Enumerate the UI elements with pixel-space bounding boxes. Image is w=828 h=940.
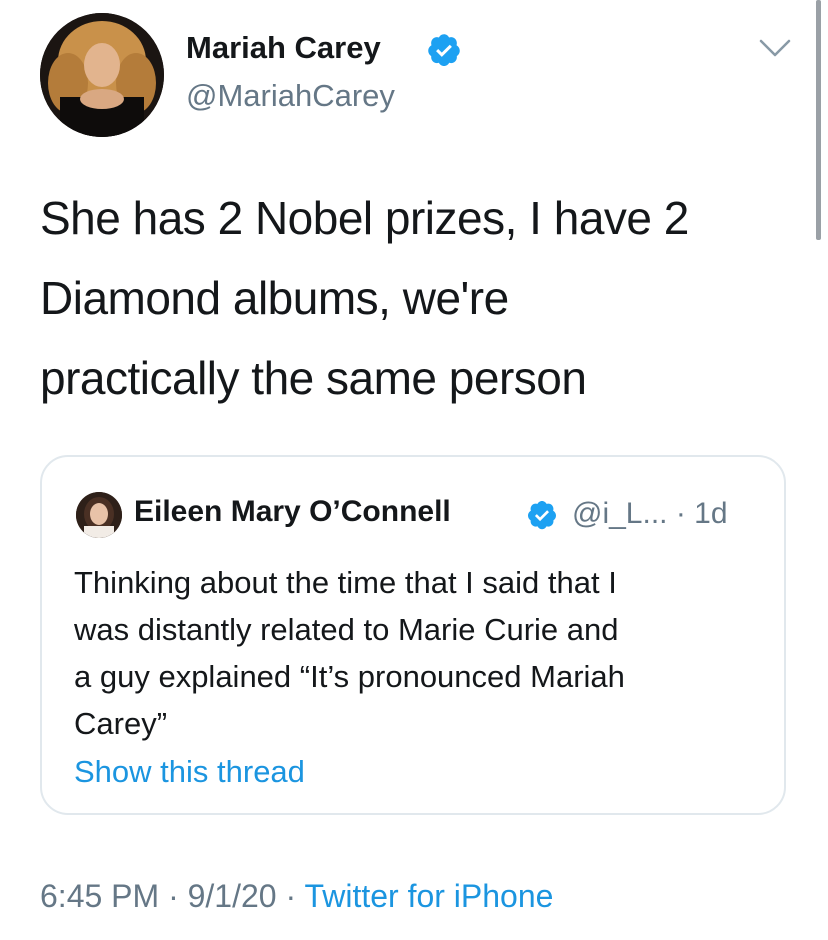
scrollbar[interactable] [816,0,821,240]
quoted-meta: @i_L... · 1d [572,497,728,531]
tweet-text-line: Diamond albums, we're [40,272,509,324]
verified-badge-icon [428,34,460,67]
quoted-text-line: a guy explained “It’s pronounced Mariah [74,659,625,694]
tweet-text-line: practically the same person [40,352,587,404]
quoted-text-line: was distantly related to Marie Curie and [74,612,619,647]
author-name[interactable]: Mariah Carey [186,30,381,66]
tweet-footer: 6:45 PM · 9/1/20 · Twitter for iPhone [40,878,553,915]
tweet-time[interactable]: 6:45 PM [40,878,159,914]
quoted-time: · 1d [675,497,728,530]
tweet-text-line: She has 2 Nobel prizes, I have 2 [40,192,689,244]
author-avatar[interactable] [40,13,164,137]
quoted-tweet-text: Thinking about the time that I said that… [74,559,764,747]
quoted-author-avatar[interactable] [76,492,122,538]
tweet-source-link[interactable]: Twitter for iPhone [304,878,553,914]
separator: · [159,878,188,914]
quoted-tweet-card[interactable]: Eileen Mary O’Connell @i_L... · 1d Think… [40,455,786,815]
quoted-author-name[interactable]: Eileen Mary O’Connell [134,495,451,529]
tweet-date[interactable]: 9/1/20 [188,878,277,914]
quoted-handle[interactable]: @i_L... [572,497,668,530]
separator: · [276,878,305,914]
show-thread-link[interactable]: Show this thread [74,754,305,790]
quoted-text-line: Thinking about the time that I said that… [74,565,617,600]
tweet-text: She has 2 Nobel prizes, I have 2 Diamond… [40,178,800,418]
chevron-down-icon[interactable] [755,35,795,61]
tweet-card: Mariah Carey @MariahCarey She has 2 Nobe… [0,0,828,940]
verified-badge-icon [528,501,556,530]
quoted-text-line: Carey” [74,706,168,741]
author-handle[interactable]: @MariahCarey [186,78,395,114]
